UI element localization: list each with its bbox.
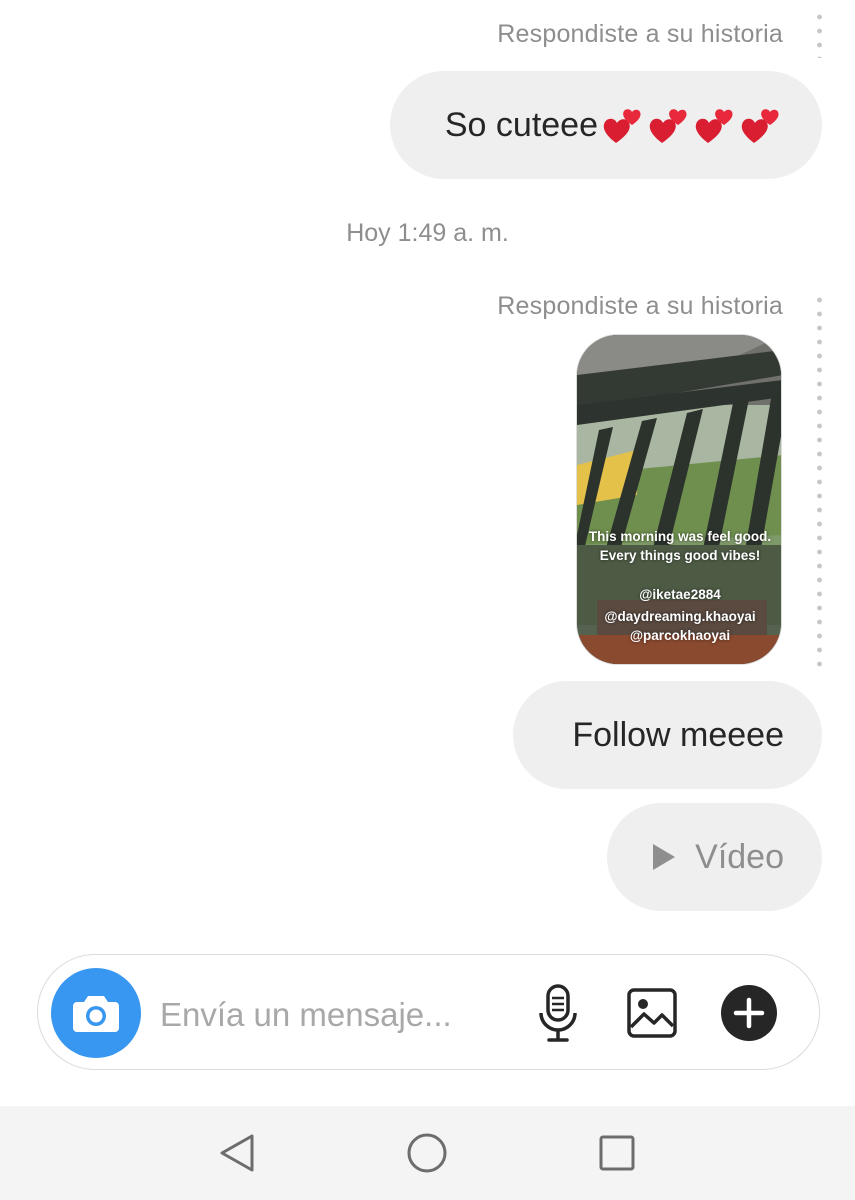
- two-hearts-emoji: [600, 103, 784, 147]
- story-tag: @iketae2884: [639, 587, 721, 602]
- reply-thread-line: [817, 293, 822, 667]
- navigation-bar: [0, 1106, 855, 1200]
- back-icon: [220, 1134, 254, 1172]
- video-label: Vídeo: [695, 837, 784, 876]
- video-message-bubble[interactable]: Vídeo: [607, 803, 822, 911]
- story-thumbnail[interactable]: This morning was feel good. Every things…: [576, 334, 782, 665]
- camera-icon: [73, 996, 119, 1032]
- gallery-button[interactable]: [624, 982, 680, 1044]
- back-button[interactable]: [217, 1133, 257, 1173]
- recents-button[interactable]: [597, 1133, 637, 1173]
- story-caption-line: This morning was feel good.: [588, 529, 772, 544]
- story-reply-label: Respondiste a su historia: [497, 20, 783, 48]
- camera-button[interactable]: [51, 968, 141, 1058]
- story-tag: @daydreaming.khaoyai: [604, 609, 756, 624]
- home-icon: [407, 1133, 447, 1173]
- microphone-icon: [539, 984, 577, 1042]
- message-timestamp: Hoy 1:49 a. m.: [346, 219, 509, 247]
- story-caption-line: Every things good vibes!: [599, 548, 761, 563]
- more-button[interactable]: [718, 982, 780, 1044]
- message-input[interactable]: [160, 992, 520, 1038]
- story-reply-label: Respondiste a su historia: [497, 292, 783, 320]
- voice-button[interactable]: [530, 982, 586, 1044]
- message-text: So cuteee: [444, 105, 598, 144]
- play-icon: [653, 844, 676, 870]
- story-tag: @parcokhaoyai: [629, 628, 731, 643]
- message-composer: [37, 954, 820, 1070]
- message-text: Follow meeee: [572, 715, 784, 754]
- home-button[interactable]: [407, 1133, 447, 1173]
- recents-icon: [599, 1135, 635, 1171]
- message-bubble[interactable]: Follow meeee: [513, 681, 822, 789]
- gallery-icon: [627, 988, 677, 1038]
- message-bubble[interactable]: So cuteee: [390, 71, 822, 179]
- reply-thread-line: [817, 10, 822, 58]
- plus-icon: [721, 985, 777, 1041]
